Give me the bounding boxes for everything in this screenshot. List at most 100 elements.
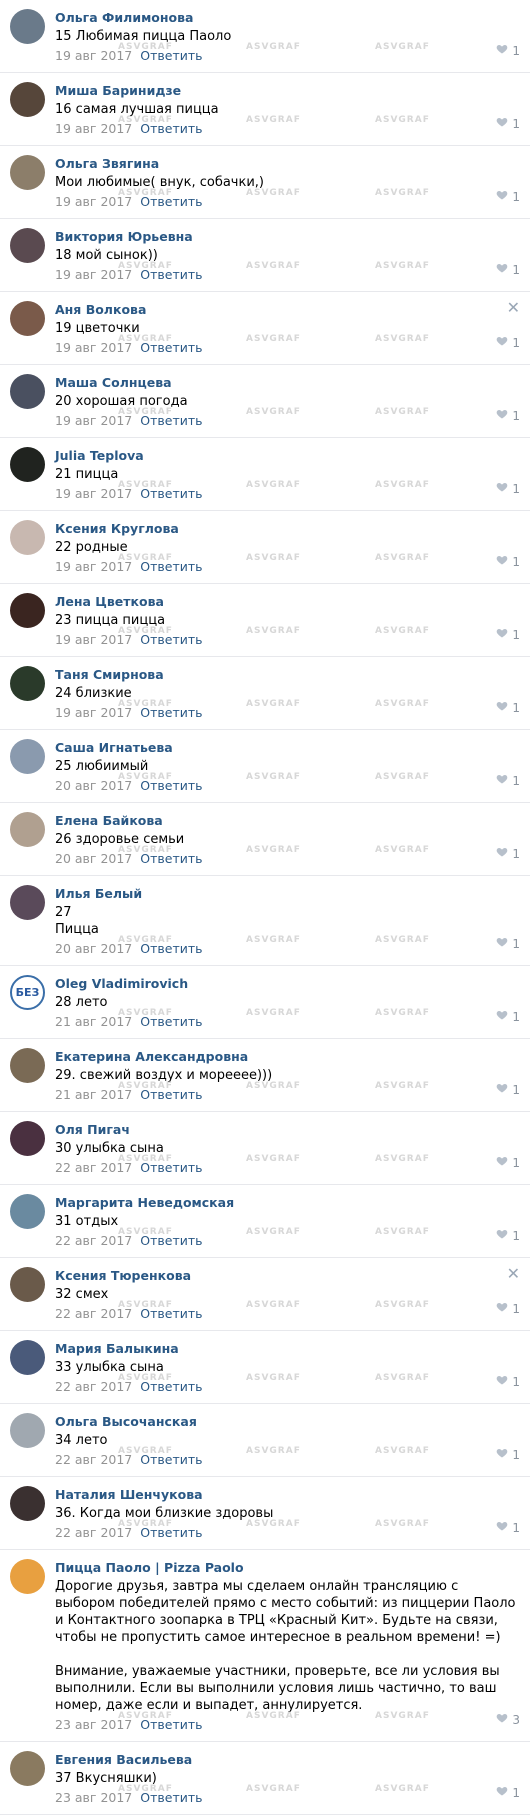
watermark: ASVGRAF (375, 1519, 430, 1529)
like-button[interactable]: 1 (496, 408, 520, 423)
like-button[interactable]: 1 (496, 936, 520, 951)
comment-item: Julia Teplova 21 пицца 19 авг 2017 Ответить… (0, 438, 530, 511)
like-button[interactable]: 1 (496, 554, 520, 569)
like-count: 1 (512, 846, 520, 861)
like-button[interactable]: 1 (496, 773, 520, 788)
avatar[interactable] (10, 666, 45, 701)
watermark: ASVGRAF (375, 334, 430, 344)
heart-icon (496, 1228, 508, 1243)
like-count: 1 (512, 627, 520, 642)
like-button[interactable]: 1 (496, 1155, 520, 1170)
like-button[interactable]: 1 (496, 1374, 520, 1389)
like-button[interactable]: 1 (496, 189, 520, 204)
close-icon[interactable]: ✕ (507, 1264, 520, 1283)
like-button[interactable]: 1 (496, 335, 520, 350)
like-button[interactable]: 1 (496, 43, 520, 58)
author-link[interactable]: Виктория Юрьевна (55, 228, 520, 245)
author-link[interactable]: Мария Балыкина (55, 1340, 520, 1357)
watermark: ASVGRAF (375, 407, 430, 417)
avatar[interactable] (10, 520, 45, 555)
like-button[interactable]: 1 (496, 846, 520, 861)
like-button[interactable]: 1 (496, 1520, 520, 1535)
comment-item: Ольга Высочанская 34 лето 22 авг 2017 Ответ… (0, 1404, 530, 1477)
like-button[interactable]: 1 (496, 627, 520, 642)
avatar-initials: БЕЗ (15, 986, 40, 999)
watermark: ASVGRAF (246, 772, 301, 782)
avatar[interactable] (10, 82, 45, 117)
avatar[interactable] (10, 301, 45, 336)
like-count: 1 (512, 936, 520, 951)
avatar[interactable] (10, 812, 45, 847)
avatar[interactable] (10, 1267, 45, 1302)
avatar[interactable] (10, 1413, 45, 1448)
author-link[interactable]: Ольга Высочанская (55, 1413, 520, 1430)
author-link[interactable]: Маша Солнцева (55, 374, 520, 391)
like-button[interactable]: 1 (496, 1447, 520, 1462)
author-link[interactable]: Илья Белый (55, 885, 520, 902)
avatar[interactable] (10, 1048, 45, 1083)
avatar[interactable]: БЕЗ (10, 975, 45, 1010)
like-button[interactable]: 3 (496, 1712, 520, 1727)
avatar[interactable] (10, 1559, 45, 1594)
avatar[interactable] (10, 1194, 45, 1229)
avatar[interactable] (10, 885, 45, 920)
author-link[interactable]: Евгения Васильева (55, 1751, 520, 1768)
like-button[interactable]: 1 (496, 116, 520, 131)
like-button[interactable]: 1 (496, 1228, 520, 1243)
avatar[interactable] (10, 228, 45, 263)
watermark: ASVGRAF (118, 188, 173, 198)
watermark: ASVGRAF (246, 480, 301, 490)
like-count: 1 (512, 262, 520, 277)
watermark: ASVGRAF (246, 935, 301, 945)
author-link[interactable]: Аня Волкова (55, 301, 520, 318)
watermark: ASVGRAF (375, 188, 430, 198)
watermark: ASVGRAF (246, 1227, 301, 1237)
watermark: ASVGRAF (118, 935, 173, 945)
author-link[interactable]: Оля Пигач (55, 1121, 520, 1138)
like-button[interactable]: 1 (496, 1009, 520, 1024)
like-button[interactable]: 1 (496, 262, 520, 277)
author-link[interactable]: Пицца Паоло | Pizza Paolo (55, 1559, 520, 1576)
like-button[interactable]: 1 (496, 1785, 520, 1800)
avatar[interactable] (10, 739, 45, 774)
avatar[interactable] (10, 1340, 45, 1375)
avatar[interactable] (10, 1751, 45, 1786)
comment-item: Ольга Звягина Мои любимые( внук, собачки,… (0, 146, 530, 219)
like-button[interactable]: 1 (496, 700, 520, 715)
avatar[interactable] (10, 9, 45, 44)
comment-item: Пицца Паоло | Pizza Paolo Дорогие друзья,… (0, 1550, 530, 1742)
author-link[interactable]: Ксения Тюренкова (55, 1267, 520, 1284)
heart-icon (496, 700, 508, 715)
author-link[interactable]: Ксения Круглова (55, 520, 520, 537)
watermark: ASVGRAF (118, 772, 173, 782)
like-button[interactable]: 1 (496, 1082, 520, 1097)
author-link[interactable]: Наталия Шенчукова (55, 1486, 520, 1503)
author-link[interactable]: Julia Teplova (55, 447, 520, 464)
author-link[interactable]: Oleg Vladimirovich (55, 975, 520, 992)
author-link[interactable]: Маргарита Неведомская (55, 1194, 520, 1211)
avatar[interactable] (10, 374, 45, 409)
avatar[interactable] (10, 1486, 45, 1521)
author-link[interactable]: Саша Игнатьева (55, 739, 520, 756)
avatar[interactable] (10, 447, 45, 482)
author-link[interactable]: Елена Байкова (55, 812, 520, 829)
watermark: ASVGRAF (246, 1081, 301, 1091)
author-link[interactable]: Миша Баринидзе (55, 82, 520, 99)
author-link[interactable]: Ольга Филимонова (55, 9, 520, 26)
watermark: ASVGRAF (375, 626, 430, 636)
avatar[interactable] (10, 155, 45, 190)
author-link[interactable]: Таня Смирнова (55, 666, 520, 683)
like-button[interactable]: 1 (496, 481, 520, 496)
author-link[interactable]: Лена Цветкова (55, 593, 520, 610)
avatar[interactable] (10, 593, 45, 628)
watermark: ASVGRAF (375, 772, 430, 782)
like-button[interactable]: 1 (496, 1301, 520, 1316)
avatar[interactable] (10, 1121, 45, 1156)
heart-icon (496, 554, 508, 569)
comment-item: Виктория Юрьевна 18 мой сынок)) 19 авг 201… (0, 219, 530, 292)
close-icon[interactable]: ✕ (507, 298, 520, 317)
author-link[interactable]: Екатерина Александровна (55, 1048, 520, 1065)
heart-icon (496, 1785, 508, 1800)
author-link[interactable]: Ольга Звягина (55, 155, 520, 172)
like-count: 1 (512, 408, 520, 423)
